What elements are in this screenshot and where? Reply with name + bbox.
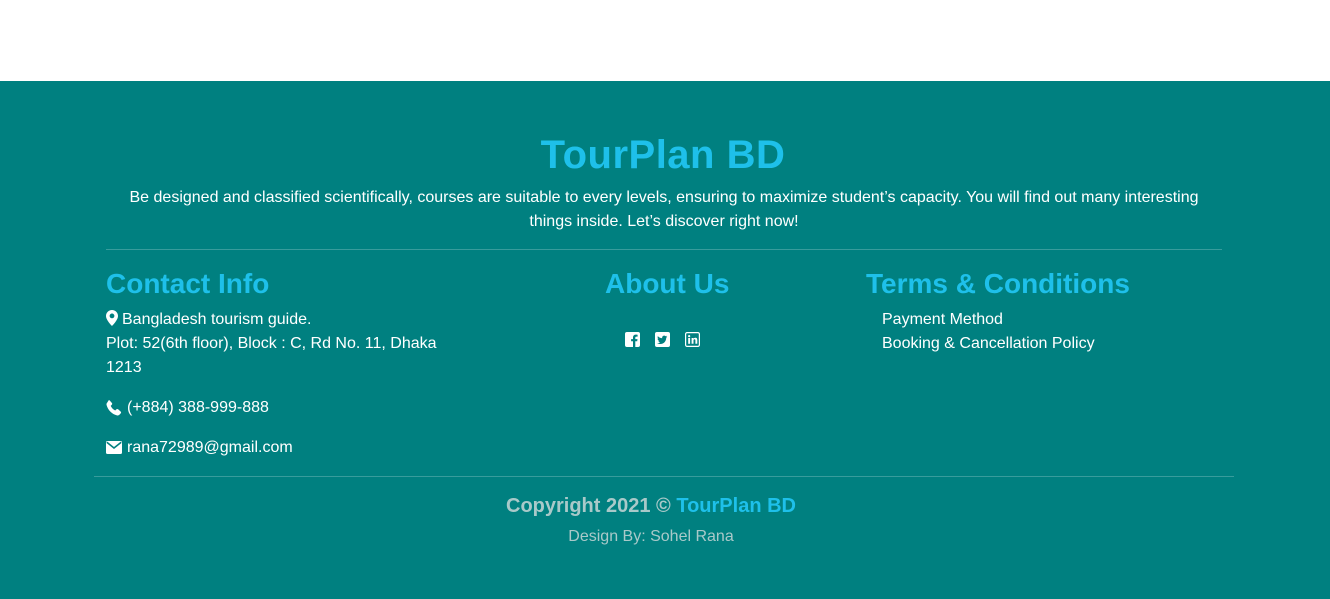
address-line-2: 1213 (106, 359, 142, 376)
copyright: Copyright 2021 © TourPlan BD (0, 493, 1302, 519)
brand-title: TourPlan BD (540, 133, 786, 177)
location-icon (106, 310, 118, 326)
contact-heading: Contact Info (106, 268, 270, 299)
terms-heading: Terms & Conditions (866, 268, 1130, 299)
email-row: rana72989@gmail.com (106, 436, 446, 460)
copyright-prefix: Copyright 2021 © (506, 495, 671, 517)
social-links (625, 332, 700, 347)
address-line-1: Plot: 52(6th floor), Block : C, Rd No. 1… (106, 335, 437, 352)
address-title-row: Bangladesh tourism guide. (106, 308, 437, 332)
divider-bottom (94, 476, 1234, 477)
address-title: Bangladesh tourism guide. (122, 311, 312, 328)
linkedin-icon[interactable] (685, 332, 700, 347)
contact-info: Bangladesh tourism guide. Plot: 52(6th f… (106, 308, 446, 460)
brand-description: Be designed and classified scientificall… (129, 189, 1199, 230)
phone-icon (106, 400, 122, 416)
phone-row: (+884) 388-999-888 (106, 396, 446, 420)
payment-method-link[interactable]: Payment Method (882, 308, 1095, 332)
address-block: Bangladesh tourism guide. Plot: 52(6th f… (106, 308, 446, 380)
twitter-icon[interactable] (655, 332, 670, 347)
site-footer: TourPlan BD Be designed and classified s… (0, 81, 1330, 599)
copyright-brand[interactable]: TourPlan BD (676, 495, 796, 517)
design-credit: Design By: Sohel Rana (568, 528, 734, 545)
terms-links: Payment Method Booking & Cancellation Po… (882, 308, 1095, 356)
facebook-icon[interactable] (625, 332, 640, 347)
email-address[interactable]: rana72989@gmail.com (127, 436, 293, 460)
booking-cancellation-link[interactable]: Booking & Cancellation Policy (882, 332, 1095, 356)
envelope-icon (106, 441, 122, 454)
divider-top (106, 249, 1222, 250)
phone-number[interactable]: (+884) 388-999-888 (127, 396, 269, 420)
about-heading: About Us (605, 268, 730, 299)
